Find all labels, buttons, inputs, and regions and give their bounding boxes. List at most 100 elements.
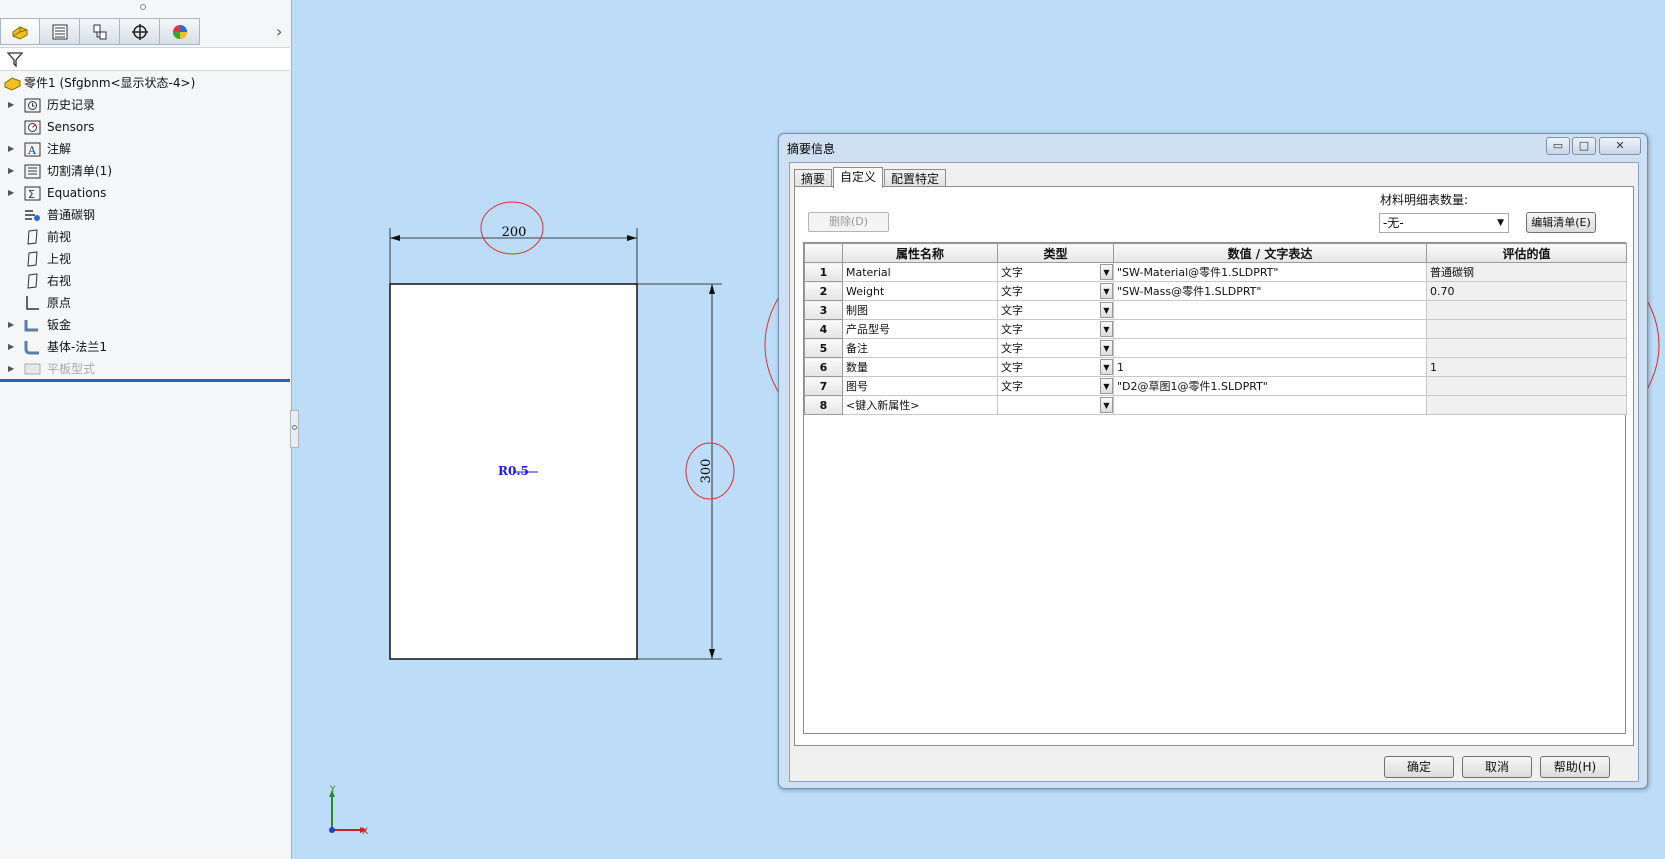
table-row[interactable]: 2 Weight 文字 ▼ "SW-Mass@零件1.SLDPRT" 0.70 bbox=[804, 281, 1627, 301]
table-row[interactable]: 1 Material 文字 ▼ "SW-Material@零件1.SLDPRT" … bbox=[804, 262, 1627, 282]
chevron-down-icon[interactable]: ▼ bbox=[1100, 378, 1113, 394]
row-number[interactable]: 4 bbox=[804, 319, 843, 339]
chevron-down-icon[interactable]: ▼ bbox=[1100, 264, 1113, 280]
tree-item-flat-pattern[interactable]: ▶ 平板型式 bbox=[0, 358, 290, 380]
custom-properties-grid: 属性名称 类型 数值 / 文字表达 评估的值 1 Material 文字 ▼ "S… bbox=[803, 242, 1627, 734]
panel-grip-icon[interactable] bbox=[140, 4, 146, 10]
rollback-bar[interactable] bbox=[0, 379, 290, 382]
feature-manager-tab-icon[interactable] bbox=[0, 18, 40, 45]
tree-item-origin[interactable]: 原点 bbox=[0, 292, 290, 314]
property-name-cell[interactable]: 图号 bbox=[842, 376, 998, 396]
chevron-down-icon[interactable]: ▼ bbox=[1100, 397, 1113, 413]
row-number[interactable]: 5 bbox=[804, 338, 843, 358]
type-value: 文字 bbox=[1001, 361, 1023, 374]
edit-list-button[interactable]: 编辑清单(E) bbox=[1526, 212, 1596, 233]
type-cell[interactable]: 文字 ▼ bbox=[997, 300, 1114, 320]
row-number[interactable]: 8 bbox=[804, 395, 843, 415]
table-row[interactable]: 6 数量 文字 ▼ 1 1 bbox=[804, 357, 1627, 377]
value-cell[interactable] bbox=[1113, 300, 1427, 320]
table-row[interactable]: 4 产品型号 文字 ▼ bbox=[804, 319, 1627, 339]
value-cell[interactable] bbox=[1113, 338, 1427, 358]
chevron-down-icon[interactable]: ▼ bbox=[1100, 283, 1113, 299]
row-number[interactable]: 1 bbox=[804, 262, 843, 282]
table-row[interactable]: 5 备注 文字 ▼ bbox=[804, 338, 1627, 358]
type-cell[interactable]: 文字 ▼ bbox=[997, 338, 1114, 358]
type-cell[interactable]: ▼ bbox=[997, 395, 1114, 415]
column-header-property-name[interactable]: 属性名称 bbox=[842, 243, 998, 263]
tree-item-annotations[interactable]: ▶ A 注解 bbox=[0, 138, 290, 160]
radius-note[interactable]: R0.5 bbox=[498, 464, 529, 478]
column-header-evaluated-value[interactable]: 评估的值 bbox=[1426, 243, 1627, 263]
minimize-button[interactable]: ▭ bbox=[1546, 137, 1570, 155]
type-cell[interactable]: 文字 ▼ bbox=[997, 281, 1114, 301]
tree-filter[interactable] bbox=[0, 47, 290, 71]
value-cell[interactable]: 1 bbox=[1113, 357, 1427, 377]
row-number[interactable]: 2 bbox=[804, 281, 843, 301]
tree-item-equations[interactable]: ▶ Σ Equations bbox=[0, 182, 290, 204]
ok-button[interactable]: 确定 bbox=[1384, 756, 1454, 778]
value-cell[interactable] bbox=[1113, 319, 1427, 339]
expand-arrow-icon[interactable]: ▶ bbox=[8, 182, 14, 204]
table-row[interactable]: 7 图号 文字 ▼ "D2@草图1@零件1.SLDPRT" bbox=[804, 376, 1627, 396]
chevron-down-icon[interactable]: ▼ bbox=[1100, 302, 1113, 318]
property-manager-tab-icon[interactable] bbox=[40, 18, 80, 45]
tree-item-sheet-metal[interactable]: ▶ 钣金 bbox=[0, 314, 290, 336]
value-cell[interactable] bbox=[1113, 395, 1427, 415]
chevron-right-icon[interactable]: › bbox=[276, 22, 282, 41]
property-name-cell[interactable]: 数量 bbox=[842, 357, 998, 377]
value-cell[interactable]: "SW-Material@零件1.SLDPRT" bbox=[1113, 262, 1427, 282]
value-cell[interactable]: "SW-Mass@零件1.SLDPRT" bbox=[1113, 281, 1427, 301]
expand-arrow-icon[interactable]: ▶ bbox=[8, 94, 14, 116]
property-name-cell[interactable]: 制图 bbox=[842, 300, 998, 320]
new-property-cell[interactable]: <键入新属性> bbox=[842, 395, 998, 415]
row-number[interactable]: 3 bbox=[804, 300, 843, 320]
tree-item-cut-list[interactable]: ▶ 切割清单(1) bbox=[0, 160, 290, 182]
tab-custom[interactable]: 自定义 bbox=[833, 167, 884, 188]
table-row[interactable]: 3 制图 文字 ▼ bbox=[804, 300, 1627, 320]
expand-arrow-icon[interactable]: ▶ bbox=[8, 358, 14, 380]
tree-item-part[interactable]: 零件1 (Sfgbnm<显示状态-4>) bbox=[0, 72, 290, 94]
expand-arrow-icon[interactable]: ▶ bbox=[8, 160, 14, 182]
tree-item-top-plane[interactable]: 上视 bbox=[0, 248, 290, 270]
bom-quantity-select[interactable]: -无- ▼ bbox=[1379, 213, 1509, 233]
property-name-cell[interactable]: 备注 bbox=[842, 338, 998, 358]
dimxpert-manager-tab-icon[interactable] bbox=[120, 18, 160, 45]
type-cell[interactable]: 文字 ▼ bbox=[997, 262, 1114, 282]
row-number[interactable]: 6 bbox=[804, 357, 843, 377]
delete-button[interactable]: 删除(D) bbox=[808, 212, 889, 232]
chevron-down-icon[interactable]: ▼ bbox=[1100, 359, 1113, 375]
help-button[interactable]: 帮助(H) bbox=[1540, 756, 1610, 778]
chevron-down-icon[interactable]: ▼ bbox=[1100, 340, 1113, 356]
configuration-manager-tab-icon[interactable] bbox=[80, 18, 120, 45]
type-cell[interactable]: 文字 ▼ bbox=[997, 376, 1114, 396]
filter-icon[interactable] bbox=[6, 50, 24, 71]
tree-item-base-flange[interactable]: ▶ 基体-法兰1 bbox=[0, 336, 290, 358]
table-row[interactable]: 8 <键入新属性> ▼ bbox=[804, 395, 1627, 415]
tree-item-right-plane[interactable]: 右视 bbox=[0, 270, 290, 292]
height-dimension[interactable]: 300 bbox=[699, 459, 714, 484]
property-name-cell[interactable]: 产品型号 bbox=[842, 319, 998, 339]
tree-item-material[interactable]: 普通碳钢 bbox=[0, 204, 290, 226]
tree-item-history[interactable]: ▶ 历史记录 bbox=[0, 94, 290, 116]
property-name-cell[interactable]: Material bbox=[842, 262, 998, 282]
column-header-value-expression[interactable]: 数值 / 文字表达 bbox=[1113, 243, 1427, 263]
width-dimension[interactable]: 200 bbox=[502, 225, 527, 240]
column-header-corner[interactable] bbox=[804, 243, 843, 263]
chevron-down-icon[interactable]: ▼ bbox=[1100, 321, 1113, 337]
tree-item-front-plane[interactable]: 前视 bbox=[0, 226, 290, 248]
expand-arrow-icon[interactable]: ▶ bbox=[8, 314, 14, 336]
cancel-button[interactable]: 取消 bbox=[1462, 756, 1532, 778]
property-name-cell[interactable]: Weight bbox=[842, 281, 998, 301]
value-cell[interactable]: "D2@草图1@零件1.SLDPRT" bbox=[1113, 376, 1427, 396]
bom-quantity-value: -无- bbox=[1383, 216, 1404, 230]
close-button[interactable]: ✕ bbox=[1599, 137, 1641, 155]
type-cell[interactable]: 文字 ▼ bbox=[997, 357, 1114, 377]
expand-arrow-icon[interactable]: ▶ bbox=[8, 336, 14, 358]
maximize-button[interactable]: □ bbox=[1572, 137, 1596, 155]
row-number[interactable]: 7 bbox=[804, 376, 843, 396]
display-manager-tab-icon[interactable] bbox=[160, 18, 200, 45]
column-header-type[interactable]: 类型 bbox=[997, 243, 1114, 263]
tree-item-sensors[interactable]: Sensors bbox=[0, 116, 290, 138]
expand-arrow-icon[interactable]: ▶ bbox=[8, 138, 14, 160]
type-cell[interactable]: 文字 ▼ bbox=[997, 319, 1114, 339]
